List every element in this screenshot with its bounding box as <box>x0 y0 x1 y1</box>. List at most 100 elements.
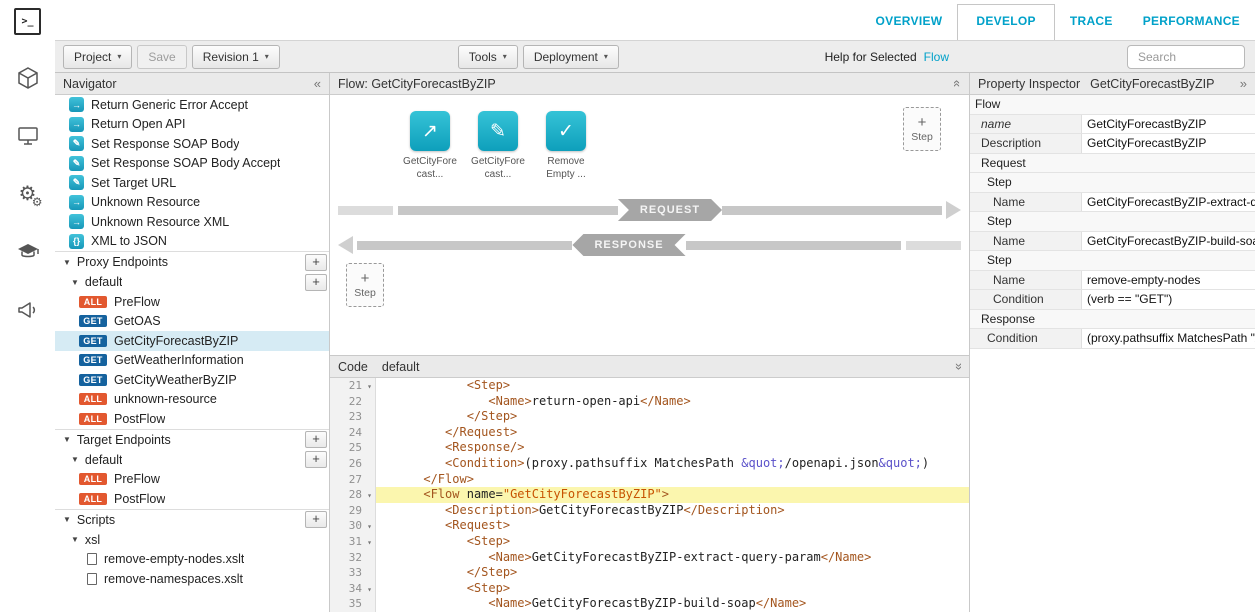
navigator-section-target-endpoints[interactable]: ▼Target Endpoints+ <box>55 429 329 450</box>
add-button[interactable]: + <box>305 274 327 291</box>
field-label: Condition <box>970 329 1082 348</box>
collapse-right-icon[interactable]: » <box>1240 76 1247 91</box>
add-step-response-button[interactable]: + Step <box>346 263 384 307</box>
navigator-flow-preflow[interactable]: ALLPreFlow <box>55 470 329 490</box>
navigator-group-default[interactable]: ▼default+ <box>55 272 329 292</box>
package-icon[interactable] <box>13 63 43 93</box>
line-number[interactable]: 31▾ <box>330 534 376 550</box>
policy-edit-icon: ✎ <box>478 111 518 151</box>
line-number[interactable]: 23 <box>330 409 376 425</box>
navigator-flow-postflow[interactable]: ALLPostFlow <box>55 489 329 509</box>
field-value[interactable]: (proxy.pathsuffix MatchesPath "/c <box>1082 329 1255 348</box>
line-number[interactable]: 24 <box>330 425 376 441</box>
fold-caret-icon[interactable]: ▾ <box>367 582 372 598</box>
navigator-policy-unknown-resource-xml[interactable]: →Unknown Resource XML <box>55 212 329 232</box>
flow-policy-2[interactable]: ✓Remove Empty ... <box>538 111 594 181</box>
line-number[interactable]: 33 <box>330 565 376 581</box>
collapse-left-icon[interactable]: « <box>314 76 321 91</box>
project-button[interactable]: Project▾ <box>63 45 132 69</box>
inspector-field-condition-10: Condition(verb == "GET") <box>970 290 1255 310</box>
line-number[interactable]: 32 <box>330 550 376 566</box>
policy-label: Set Response SOAP Body <box>91 137 239 151</box>
line-number[interactable]: 30▾ <box>330 518 376 534</box>
search-input[interactable] <box>1127 45 1245 69</box>
inspector-section-request-3: Request <box>970 154 1255 174</box>
tab-performance[interactable]: PERFORMANCE <box>1128 5 1255 40</box>
fold-caret-icon[interactable]: ▾ <box>367 535 372 551</box>
navigator-policy-set-response-soap-body[interactable]: ✎Set Response SOAP Body <box>55 134 329 154</box>
tab-trace[interactable]: TRACE <box>1055 5 1128 40</box>
navigator-policy-return-generic-error-accept[interactable]: →Return Generic Error Accept <box>55 95 329 115</box>
navigator-file-remove-namespaces-xslt[interactable]: remove-namespaces.xslt <box>55 569 329 589</box>
add-step-request-button[interactable]: + Step <box>903 107 941 151</box>
navigator-flow-getcityforecastbyzip[interactable]: GETGetCityForecastByZIP <box>55 331 329 351</box>
navigator-flow-getoas[interactable]: GETGetOAS <box>55 312 329 332</box>
announcements-icon[interactable] <box>13 295 43 325</box>
save-button[interactable]: Save <box>137 45 186 69</box>
revision-button[interactable]: Revision 1▾ <box>192 45 280 69</box>
navigator-flow-postflow[interactable]: ALLPostFlow <box>55 409 329 429</box>
code-lines[interactable]: 21▾ <Step>22 <Name>return-open-api</Name… <box>330 378 969 612</box>
navigator-flow-getcityweatherbyzip[interactable]: GETGetCityWeatherByZIP <box>55 370 329 390</box>
field-label: Name <box>970 193 1082 212</box>
fold-caret-icon[interactable]: ▾ <box>367 488 372 504</box>
navigator-policy-unknown-resource[interactable]: →Unknown Resource <box>55 193 329 213</box>
toolbar: Project▾ Save Revision 1▾ Tools▾ Deploym… <box>55 40 1255 73</box>
help-flow-link[interactable]: Flow <box>924 50 949 64</box>
navigator-group-xsl[interactable]: ▼xsl <box>55 530 329 550</box>
field-value[interactable]: GetCityForecastByZIP <box>1082 115 1255 134</box>
line-number[interactable]: 21▾ <box>330 378 376 394</box>
deployment-button[interactable]: Deployment▾ <box>523 45 619 69</box>
learn-icon[interactable] <box>13 237 43 267</box>
flow-policy-0[interactable]: ↗GetCityForecast... <box>402 111 458 181</box>
gear-small-icon: ⚙ <box>32 195 43 209</box>
field-value[interactable]: GetCityForecastByZIP <box>1082 134 1255 153</box>
navigator-file-remove-empty-nodes-xslt[interactable]: remove-empty-nodes.xslt <box>55 550 329 570</box>
expand-down-icon[interactable]: « <box>950 363 965 370</box>
tab-develop[interactable]: DEVELOP <box>957 4 1054 40</box>
navigator-flow-unknown-resource[interactable]: ALLunknown-resource <box>55 390 329 410</box>
add-button[interactable]: + <box>305 254 327 271</box>
devices-icon[interactable] <box>13 121 43 151</box>
add-button[interactable]: + <box>305 451 327 468</box>
policy-label: Unknown Resource XML <box>91 215 229 229</box>
line-number[interactable]: 34▾ <box>330 581 376 597</box>
line-number[interactable]: 28▾ <box>330 487 376 503</box>
add-button[interactable]: + <box>305 511 327 528</box>
flow-policy-1[interactable]: ✎GetCityForecast... <box>470 111 526 181</box>
field-value[interactable]: (verb == "GET") <box>1082 290 1255 309</box>
collapse-up-icon[interactable]: « <box>950 80 965 87</box>
policy-label: Set Response SOAP Body Accept <box>91 156 280 170</box>
line-number[interactable]: 29 <box>330 503 376 519</box>
fold-caret-icon[interactable]: ▾ <box>367 379 372 395</box>
field-value[interactable]: GetCityForecastByZIP-extract-query-param <box>1082 193 1255 212</box>
line-number[interactable]: 35 <box>330 596 376 612</box>
navigator-policy-set-target-url[interactable]: ✎Set Target URL <box>55 173 329 193</box>
flow-label: GetWeatherInformation <box>114 353 244 367</box>
navigator-group-default[interactable]: ▼default+ <box>55 450 329 470</box>
field-value[interactable]: remove-empty-nodes <box>1082 271 1255 290</box>
navigator-policy-set-response-soap-body-accept[interactable]: ✎Set Response SOAP Body Accept <box>55 154 329 174</box>
navigator-policy-return-open-api[interactable]: →Return Open API <box>55 115 329 135</box>
line-number[interactable]: 22 <box>330 394 376 410</box>
terminal-icon[interactable]: >_ <box>14 8 41 35</box>
navigator-section-scripts[interactable]: ▼Scripts+ <box>55 509 329 530</box>
settings-gears-icon[interactable]: ⚙⚙ <box>13 179 43 209</box>
line-number[interactable]: 27 <box>330 472 376 488</box>
method-badge: GET <box>79 315 107 327</box>
navigator-flow-preflow[interactable]: ALLPreFlow <box>55 292 329 312</box>
line-number[interactable]: 25 <box>330 440 376 456</box>
navigator-flow-getweatherinformation[interactable]: GETGetWeatherInformation <box>55 351 329 371</box>
tools-button[interactable]: Tools▾ <box>458 45 518 69</box>
add-button[interactable]: + <box>305 431 327 448</box>
code-text: <Response/> <box>376 440 969 456</box>
flow-header: Flow: GetCityForecastByZIP « <box>330 73 969 95</box>
line-number[interactable]: 26 <box>330 456 376 472</box>
inspector-header: Property Inspector GetCityForecastByZIP … <box>970 73 1255 95</box>
navigator-section-proxy-endpoints[interactable]: ▼Proxy Endpoints+ <box>55 251 329 272</box>
navigator-policy-xml-to-json[interactable]: {}XML to JSON <box>55 232 329 252</box>
field-value[interactable]: GetCityForecastByZIP-build-soap <box>1082 232 1255 251</box>
code-text: <Name>GetCityForecastByZIP-build-soap</N… <box>376 596 969 612</box>
fold-caret-icon[interactable]: ▾ <box>367 519 372 535</box>
tab-overview[interactable]: OVERVIEW <box>861 5 958 40</box>
